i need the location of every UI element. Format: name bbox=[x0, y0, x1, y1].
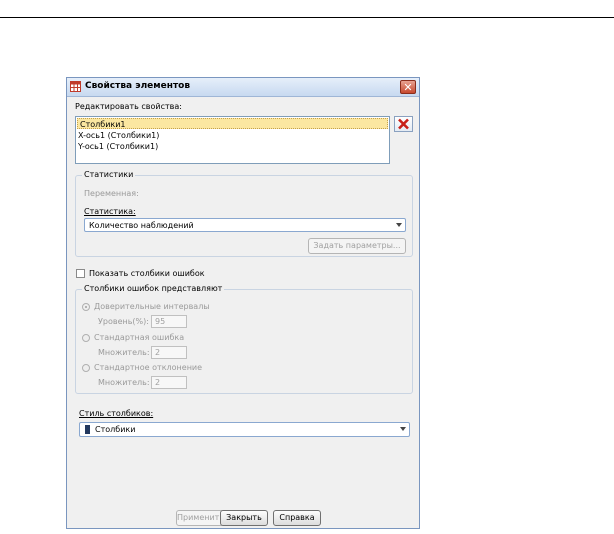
sd-multiplier-input[interactable]: 2 bbox=[151, 376, 187, 389]
ci-label: Доверительные интервалы bbox=[94, 302, 210, 311]
bar-style-select-value: Столбики bbox=[95, 425, 136, 434]
level-input[interactable]: 95 bbox=[151, 315, 187, 328]
level-label: Уровень(%): bbox=[98, 317, 149, 326]
variable-label: Переменная: bbox=[84, 189, 139, 198]
ci-radio[interactable] bbox=[82, 303, 90, 311]
sd-label: Стандартное отклонение bbox=[94, 363, 203, 372]
close-icon: ✕ bbox=[403, 81, 413, 94]
list-item-bars[interactable]: Столбики1 bbox=[77, 118, 388, 129]
elements-list[interactable]: Столбики1 X-ось1 (Столбики1) Y-ось1 (Сто… bbox=[75, 116, 390, 164]
list-item-y-axis[interactable]: Y-ось1 (Столбики1) bbox=[76, 141, 389, 152]
element-properties-dialog: Свойства элементов ✕ Редактировать свойс… bbox=[66, 77, 420, 529]
apply-button[interactable]: Применить bbox=[176, 510, 224, 526]
delete-icon bbox=[398, 118, 409, 130]
chevron-down-icon bbox=[400, 427, 406, 431]
delete-element-button[interactable] bbox=[394, 116, 413, 132]
show-error-bars-label: Показать столбики ошибок bbox=[89, 269, 205, 278]
error-bars-group: Столбики ошибок представляют Доверительн… bbox=[75, 284, 413, 394]
set-parameters-button[interactable]: Задать параметры... bbox=[308, 238, 406, 254]
statistic-select-value: Количество наблюдений bbox=[89, 221, 194, 230]
dialog-title: Свойства элементов bbox=[85, 81, 191, 91]
se-radio[interactable] bbox=[82, 334, 90, 342]
se-multiplier-input[interactable]: 2 bbox=[151, 346, 187, 359]
close-button[interactable]: Закрыть bbox=[220, 510, 268, 526]
edit-properties-label: Редактировать свойства: bbox=[75, 102, 182, 111]
se-multiplier-label: Множитель: bbox=[98, 348, 150, 357]
list-item-x-axis[interactable]: X-ось1 (Столбики1) bbox=[76, 130, 389, 141]
sd-multiplier-label: Множитель: bbox=[98, 378, 150, 387]
statistic-label: Статистика: bbox=[84, 207, 136, 216]
help-button[interactable]: Справка bbox=[273, 510, 321, 526]
sd-radio[interactable] bbox=[82, 364, 90, 372]
se-label: Стандартная ошибка bbox=[94, 333, 185, 342]
bar-style-swatch-icon bbox=[85, 425, 90, 434]
show-error-bars-checkbox[interactable] bbox=[76, 269, 85, 278]
bar-style-select[interactable]: Столбики bbox=[79, 422, 410, 437]
statistics-group-title: Статистики bbox=[82, 170, 136, 179]
error-bars-group-title: Столбики ошибок представляют bbox=[82, 284, 225, 293]
title-bar[interactable]: Свойства элементов ✕ bbox=[67, 78, 419, 97]
close-window-button[interactable]: ✕ bbox=[400, 80, 416, 94]
statistics-group: Статистики Переменная: Статистика: Колич… bbox=[75, 170, 413, 257]
top-rule bbox=[0, 17, 614, 18]
bar-style-label: Стиль столбиков: bbox=[79, 409, 154, 418]
statistic-select[interactable]: Количество наблюдений bbox=[84, 218, 406, 232]
chevron-down-icon bbox=[396, 223, 402, 227]
table-icon bbox=[70, 81, 81, 92]
